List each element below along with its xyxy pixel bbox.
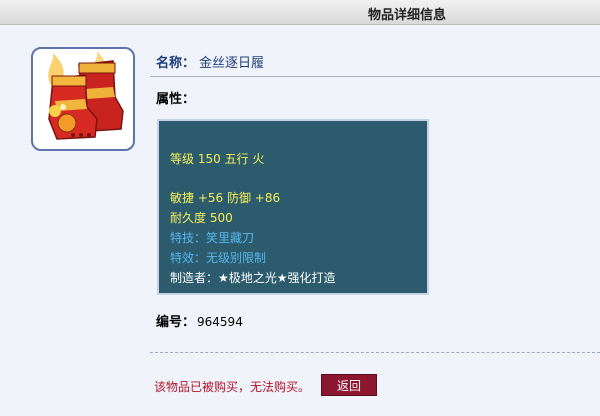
attributes-label: 属性：: [156, 92, 196, 107]
skill-line: 特技：笑里藏刀: [170, 231, 255, 245]
attributes-panel: 等级 150 五行 火 敏捷 +56 防御 +86 耐久度 500 特技：笑里藏…: [157, 119, 429, 295]
durability-line: 耐久度 500: [170, 211, 233, 225]
purchase-status-message: 该物品已被购买，无法购买。: [154, 380, 311, 394]
back-button[interactable]: 返回: [321, 374, 377, 396]
divider: [150, 76, 600, 77]
item-image-frame: [31, 47, 135, 151]
maker-line: 制造者：★极地之光★强化打造: [170, 271, 336, 285]
effect-line: 特效：无级别限制: [170, 251, 267, 265]
item-id-label: 编号：: [156, 315, 196, 330]
item-name: 金丝逐日履: [199, 56, 265, 71]
item-id-row: 编号： 964594: [156, 311, 243, 330]
item-name-label: 名称：: [156, 56, 196, 71]
item-id: 964594: [197, 315, 243, 329]
item-name-row: 名称： 金丝逐日履: [156, 52, 264, 71]
page-title: 物品详细信息: [368, 8, 447, 23]
boots-item-icon: [48, 51, 124, 140]
attributes-row: 属性：: [156, 88, 195, 107]
stats-line: 敏捷 +56 防御 +86: [170, 191, 281, 205]
header-bar: 物品详细信息: [0, 0, 600, 25]
dashed-divider: [150, 352, 600, 353]
level-element-line: 等级 150 五行 火: [170, 152, 265, 166]
